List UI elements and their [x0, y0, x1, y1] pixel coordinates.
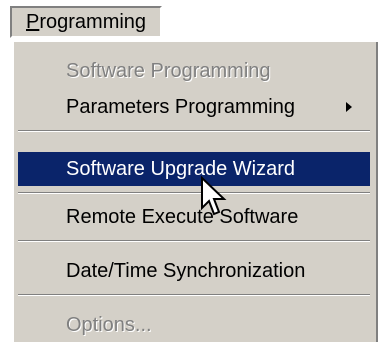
menubar-programming[interactable]: Programming [10, 6, 162, 38]
chevron-right-icon [346, 102, 352, 112]
menu-item-parameters-programming[interactable]: Parameters Programming [18, 90, 370, 124]
menu-separator [18, 130, 370, 132]
menu-item-remote-execute-software[interactable]: Remote Execute Software [18, 200, 370, 234]
mouse-pointer-icon [201, 176, 227, 216]
menu-item-software-upgrade-wizard[interactable]: Software Upgrade Wizard [18, 152, 370, 186]
menu-item-label: Parameters Programming [66, 96, 295, 118]
programming-dropdown-menu: Software Programming Parameters Programm… [12, 40, 378, 342]
menu-item-options: Options... [66, 314, 152, 336]
menu-separator [18, 240, 370, 242]
menu-item-software-programming: Software Programming [66, 60, 271, 82]
programming-mnemonic: P [26, 11, 40, 33]
menu-separator [18, 192, 370, 194]
menu-item-date-time-synchronization[interactable]: Date/Time Synchronization [18, 254, 370, 288]
programming-label: rogramming [39, 11, 147, 33]
menu-separator [18, 294, 370, 296]
